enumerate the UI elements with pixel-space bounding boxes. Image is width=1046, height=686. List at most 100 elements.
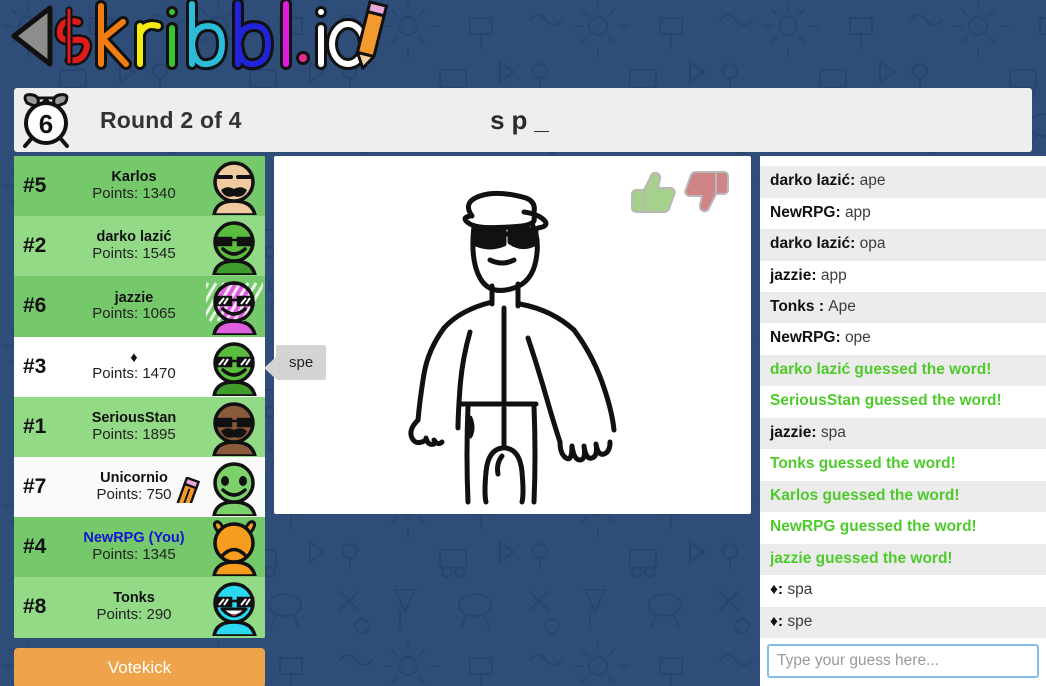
player-rank: #2 (23, 234, 47, 258)
chat-panel: darko lazić: ape NewRPG: app darko lazić: … (760, 156, 1046, 686)
chat-system-message: Karlos guessed the word! (760, 480, 1046, 513)
player-list: #5 Karlos Points: 1340 #2 darko lazić Points:… (14, 156, 265, 638)
player-name: darko lazić (96, 230, 172, 246)
player-speech-bubble: spe (263, 345, 327, 380)
player-info: darko lazić Points: 1545 (66, 230, 206, 262)
round-label: Round 2 of 4 (100, 106, 242, 133)
player-row[interactable]: #4 NewRPG (You) Points: 1345 (14, 517, 265, 578)
player-row[interactable]: #1 SeriousStan Points: 1895 (14, 396, 265, 457)
chat-system-message: NewRPG guessed the word! (760, 512, 1046, 544)
votekick-button[interactable]: Votekick (14, 648, 265, 686)
player-name: NewRPG (You) (83, 531, 185, 547)
chat-separator: : (835, 203, 845, 221)
timer-value: 6 (39, 109, 53, 139)
player-info: NewRPG (You) Points: 1345 (66, 531, 206, 563)
chat-message: jazzie: app (760, 260, 1046, 293)
drawing-pencil-icon (175, 477, 201, 503)
alarm-clock-icon: 6 (23, 93, 69, 148)
player-avatar (206, 217, 263, 276)
chat-author: ♦ (770, 612, 778, 630)
chat-author: jazzie (770, 266, 812, 284)
chat-separator: : (850, 172, 860, 190)
player-row[interactable]: #3 ♦ Points: 1470 (14, 336, 265, 397)
chat-text: ape (859, 172, 886, 190)
chat-author: NewRPG (770, 329, 836, 347)
player-rank: #4 (23, 535, 47, 559)
player-avatar (206, 157, 263, 216)
chat-message: jazzie: spa (760, 417, 1046, 450)
chat-separator: : (850, 235, 860, 253)
player-row[interactable]: #8 Tonks Points: 290 (14, 577, 265, 638)
chat-author: Tonks (770, 298, 819, 316)
player-avatar (206, 338, 263, 396)
chat-message: ♦: spa (760, 575, 1046, 607)
player-name: ♦ (130, 350, 138, 366)
chat-system-message: jazzie guessed the word! (760, 543, 1046, 576)
chat-text: app (844, 203, 871, 221)
guess-input[interactable] (767, 644, 1039, 678)
logo-area (0, 0, 1046, 80)
player-rank: #6 (23, 294, 47, 318)
chat-separator: : (835, 329, 845, 347)
chat-system-message: Tonks guessed the word! (760, 449, 1046, 481)
player-row[interactable]: #5 Karlos Points: 1340 (14, 156, 265, 217)
player-name: SeriousStan (91, 410, 177, 426)
player-points: Points: 1470 (92, 365, 176, 383)
player-name: Karlos (111, 170, 157, 186)
player-row[interactable]: #7 Unicornio Points: 750 (14, 456, 265, 518)
player-rank: #1 (23, 414, 47, 438)
drawing-canvas[interactable] (274, 156, 751, 514)
player-avatar (206, 578, 263, 637)
chat-message: ♦: spe (760, 606, 1046, 638)
player-info: ♦ Points: 1470 (66, 351, 206, 383)
player-avatar (206, 458, 263, 517)
chat-separator: : (777, 581, 788, 599)
chat-separator: : (777, 612, 788, 630)
chat-text: spe (787, 612, 813, 630)
player-info: Tonks Points: 290 (66, 591, 206, 623)
chat-text: Ape (828, 298, 856, 316)
chat-message: NewRPG: app (760, 197, 1046, 230)
player-points: Points: 1545 (92, 245, 176, 263)
chat-separator: : (818, 298, 829, 316)
player-row[interactable]: #2 darko lazić Points: 1545 (14, 216, 265, 277)
chat-input-container (760, 638, 1046, 686)
timer-clock: 6 (14, 89, 80, 151)
chat-message: darko lazić: ape (760, 166, 1046, 198)
chat-separator: : (811, 423, 821, 441)
chat-text: app (820, 266, 847, 284)
player-info: SeriousStan Points: 1895 (66, 411, 206, 443)
chat-message: darko lazić: opa (760, 229, 1046, 261)
player-rank: #5 (23, 174, 47, 198)
chat-separator: : (811, 266, 821, 284)
player-rank: #7 (23, 475, 47, 499)
thumbs-down-icon[interactable] (684, 166, 736, 218)
chat-text: ope (844, 329, 871, 347)
player-row[interactable]: #6 jazzie Points: 1065 (14, 276, 265, 337)
vote-buttons (624, 166, 736, 218)
player-avatar (206, 518, 263, 577)
player-points: Points: 1345 (92, 545, 176, 563)
player-points: Points: 1895 (92, 425, 176, 443)
player-info: Karlos Points: 1340 (66, 170, 206, 202)
chat-message-list[interactable]: darko lazić: ape NewRPG: app darko lazić: … (760, 156, 1046, 638)
chat-message: Tonks : Ape (760, 292, 1046, 324)
player-avatar (206, 398, 263, 456)
player-rank: #3 (23, 354, 47, 378)
back-arrow-icon (11, 5, 53, 67)
game-topbar: 6 Round 2 of 4 sp_ (14, 88, 1032, 152)
chat-author: jazzie (770, 423, 812, 441)
player-rank: #8 (23, 595, 47, 619)
chat-system-message: SeriousStan guessed the word! (760, 386, 1046, 418)
chat-system-message: darko lazić guessed the word! (760, 354, 1046, 387)
player-name: Tonks (113, 591, 155, 607)
player-avatar (206, 277, 263, 336)
chat-text: spa (820, 423, 846, 441)
player-name: jazzie (114, 290, 154, 306)
chat-author: NewRPG (770, 203, 836, 221)
chat-text: spa (787, 581, 813, 599)
chat-author: darko lazić (770, 235, 851, 253)
thumbs-up-icon[interactable] (624, 166, 676, 218)
player-info: jazzie Points: 1065 (66, 291, 206, 323)
chat-message: NewRPG: ope (760, 323, 1046, 355)
